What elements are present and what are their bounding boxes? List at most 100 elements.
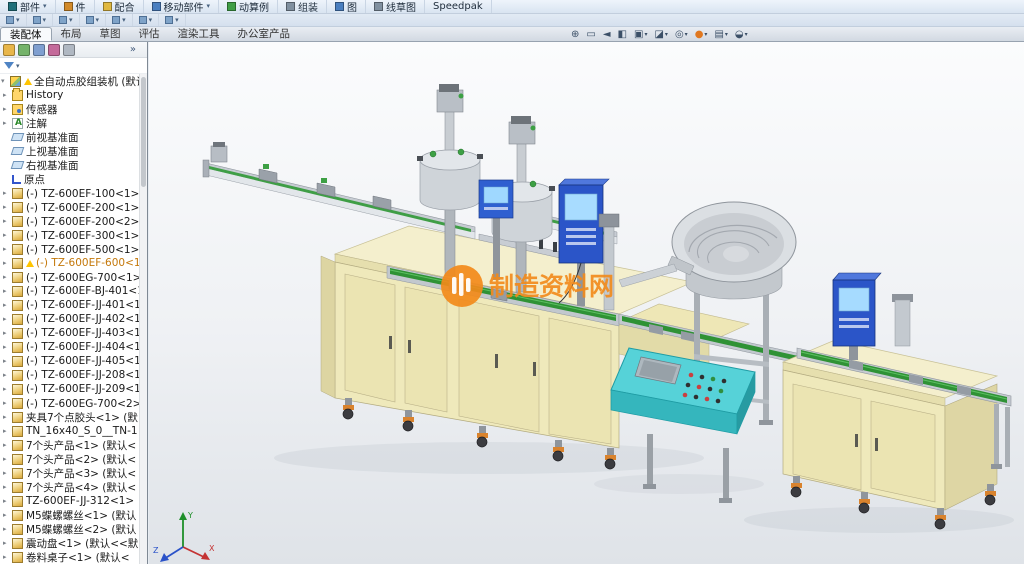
expand-arrow-icon[interactable]: ▸	[3, 88, 12, 102]
tree-item[interactable]: ▸(-) TZ-600EF-200<1> (默	[0, 200, 139, 214]
ribbon-button-fastener[interactable]: 件	[56, 0, 95, 13]
tab-office-products[interactable]: 办公室产品	[229, 27, 300, 41]
graphics-viewport[interactable]: 制造资料网 Y X Z	[149, 42, 1024, 564]
expand-arrow-icon[interactable]: ▸	[3, 494, 12, 508]
small-ribbon-button[interactable]: ▾	[53, 14, 80, 27]
expand-arrow-icon[interactable]: ▸	[3, 214, 12, 228]
expand-arrow-icon[interactable]: ▸	[3, 312, 12, 326]
tree-item[interactable]: ▸(-) TZ-600EF-JJ-402<1>	[0, 312, 139, 326]
tree-item[interactable]: 右视基准面	[0, 158, 139, 172]
expand-arrow-icon[interactable]: ▸	[3, 200, 12, 214]
expand-arrow-icon[interactable]: ▸	[3, 452, 12, 466]
panel-tab-display-manager[interactable]	[63, 44, 75, 56]
expand-arrow-icon[interactable]: ▸	[3, 536, 12, 550]
tree-item[interactable]: ▾全自动点胶组装机 (默认<	[0, 74, 139, 88]
zoom-fit-button[interactable]: ⊕	[568, 28, 582, 42]
model-canvas[interactable]: 制造资料网 Y X Z	[149, 42, 1024, 564]
tree-item[interactable]: ▸(-) TZ-600EF-BJ-401<1>	[0, 284, 139, 298]
section-view-button[interactable]: ◧	[615, 28, 630, 42]
expand-arrow-icon[interactable]: ▸	[3, 284, 12, 298]
tree-item[interactable]: ▸(-) TZ-600EF-JJ-401<1>	[0, 298, 139, 312]
small-ribbon-button[interactable]: ▾	[159, 14, 186, 27]
tab-layout[interactable]: 布局	[52, 27, 91, 41]
expand-arrow-icon[interactable]: ▸	[3, 256, 12, 270]
tree-item[interactable]: ▸夹具7个点胶头<1> (默	[0, 410, 139, 424]
expand-arrow-icon[interactable]: ▸	[3, 438, 12, 452]
expand-arrow-icon[interactable]: ▸	[3, 326, 12, 340]
view-orientation-button[interactable]: ▣▾	[631, 28, 650, 42]
ribbon-button-assembly-features[interactable]: 组装	[278, 0, 327, 13]
small-ribbon-button[interactable]: ▾	[133, 14, 160, 27]
expand-arrow-icon[interactable]: ▸	[3, 424, 12, 438]
tree-item[interactable]: ▸7个头产品<2> (默认<	[0, 452, 139, 466]
filter-caret-icon[interactable]: ▾	[16, 62, 20, 70]
expand-arrow-icon[interactable]: ▸	[3, 354, 12, 368]
previous-view-button[interactable]: ◄	[600, 28, 614, 42]
panel-tab-feature-manager[interactable]	[3, 44, 15, 56]
expand-arrow-icon[interactable]: ▸	[3, 186, 12, 200]
view-settings-button[interactable]: ◒▾	[732, 28, 751, 42]
expand-arrow-icon[interactable]: ▸	[3, 480, 12, 494]
tree-item[interactable]: ▸(-) TZ-600EG-700<2> (默	[0, 396, 139, 410]
edit-appearance-button[interactable]: ●▾	[692, 28, 711, 42]
tree-item[interactable]: ▸History	[0, 88, 139, 102]
tree-item[interactable]: ▸7个头产品<1> (默认<	[0, 438, 139, 452]
tree-item[interactable]: ▸传感器	[0, 102, 139, 116]
expand-arrow-icon[interactable]: ▸	[3, 340, 12, 354]
tree-item[interactable]: ▸7个头产品<3> (默认<	[0, 466, 139, 480]
ribbon-button-speedpak[interactable]: Speedpak	[425, 0, 492, 13]
expand-arrow-icon[interactable]: ▸	[3, 466, 12, 480]
expand-arrow-icon[interactable]: ▸	[3, 410, 12, 424]
tab-sketch[interactable]: 草图	[91, 27, 130, 41]
ribbon-button-explode-line-sketch[interactable]: 线草图	[366, 0, 425, 13]
tree-item[interactable]: ▸(-) TZ-600EF-JJ-405<1>	[0, 354, 139, 368]
tree-item[interactable]: 原点	[0, 172, 139, 186]
tree-item[interactable]: ▸(-) TZ-600EF-200<2> (默	[0, 214, 139, 228]
tree-item[interactable]: ▸7个头产品<4> (默认<	[0, 480, 139, 494]
tree-item[interactable]: ▸M5蝶螺螺丝<2> (默认	[0, 522, 139, 536]
tree-item[interactable]: ▸(-) TZ-600EF-300<1> (默	[0, 228, 139, 242]
expand-arrow-icon[interactable]: ▸	[3, 550, 12, 564]
ribbon-button-insert-component[interactable]: 部件▾	[0, 0, 56, 13]
tree-item[interactable]: 前视基准面	[0, 130, 139, 144]
expand-arrow-icon[interactable]: ▸	[3, 116, 12, 130]
expand-arrow-icon[interactable]: ▸	[3, 368, 12, 382]
expand-arrow-icon[interactable]: ▸	[3, 228, 12, 242]
tree-item[interactable]: 上视基准面	[0, 144, 139, 158]
tree-item[interactable]: ▸卷料桌子<1> (默认<	[0, 550, 139, 564]
tree-item[interactable]: ▸震动盘<1> (默认<<默	[0, 536, 139, 550]
hide-show-items-button[interactable]: ◎▾	[672, 28, 691, 42]
expand-arrow-icon[interactable]: ▾	[1, 74, 10, 88]
ribbon-button-move-component[interactable]: 移动部件▾	[144, 0, 220, 13]
panel-tab-dimxpert-manager[interactable]	[48, 44, 60, 56]
tree-scrollbar[interactable]	[139, 74, 147, 564]
filter-funnel-icon[interactable]	[4, 62, 14, 69]
tab-evaluate[interactable]: 评估	[130, 27, 169, 41]
tree-item[interactable]: ▸TN_16x40_S_0__TN-1	[0, 424, 139, 438]
tree-item[interactable]: ▸TZ-600EF-JJ-312<1>	[0, 494, 139, 508]
tree-item[interactable]: ▸(-) TZ-600EF-JJ-403<1>	[0, 326, 139, 340]
tree-item[interactable]: ▸注解	[0, 116, 139, 130]
panel-tab-configuration-manager[interactable]	[33, 44, 45, 56]
tree-item[interactable]: ▸(-) TZ-600EG-700<1> (默	[0, 270, 139, 284]
panel-collapse-chevron[interactable]: »	[130, 44, 144, 55]
expand-arrow-icon[interactable]: ▸	[3, 298, 12, 312]
expand-arrow-icon[interactable]: ▸	[3, 396, 12, 410]
tree-item[interactable]: ▸(-) TZ-600EF-JJ-404<1>	[0, 340, 139, 354]
tree-item[interactable]: ▸(-) TZ-600EF-JJ-208<1>	[0, 368, 139, 382]
apply-scene-button[interactable]: ▤▾	[711, 28, 730, 42]
tab-render-tools[interactable]: 渲染工具	[169, 27, 229, 41]
ribbon-button-mate[interactable]: 配合	[95, 0, 144, 13]
expand-arrow-icon[interactable]: ▸	[3, 522, 12, 536]
small-ribbon-button[interactable]: ▾	[106, 14, 133, 27]
expand-arrow-icon[interactable]: ▸	[3, 508, 12, 522]
small-ribbon-button[interactable]: ▾	[80, 14, 107, 27]
ribbon-button-motion-study[interactable]: 动算例	[219, 0, 278, 13]
tree-item[interactable]: ▸(-) TZ-600EF-600<1>	[0, 256, 139, 270]
tree-item[interactable]: ▸(-) TZ-600EF-100<1> (默	[0, 186, 139, 200]
zoom-area-button[interactable]: ▭	[583, 28, 598, 42]
expand-arrow-icon[interactable]: ▸	[3, 270, 12, 284]
tree-item[interactable]: ▸(-) TZ-600EF-JJ-209<1>	[0, 382, 139, 396]
tab-assembly[interactable]: 装配体	[0, 27, 52, 41]
display-style-button[interactable]: ◪▾	[651, 28, 670, 42]
